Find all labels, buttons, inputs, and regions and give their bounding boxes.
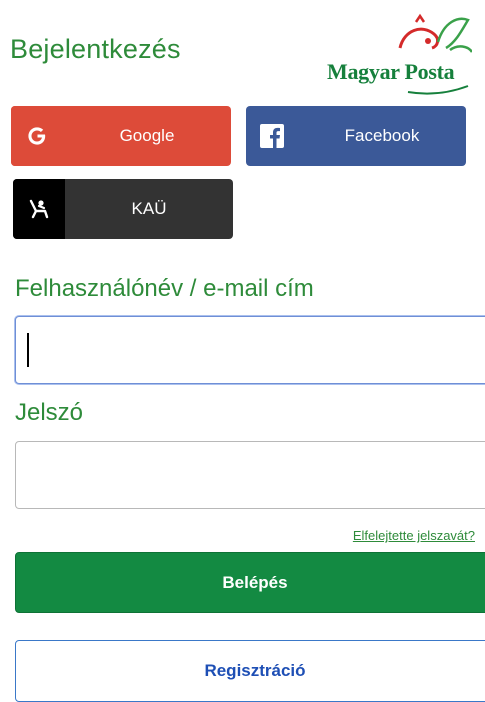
google-icon xyxy=(11,106,63,166)
username-label: Felhasználónév / e-mail cím xyxy=(15,275,314,302)
kau-login-button[interactable]: KAÜ xyxy=(13,179,233,239)
magyar-posta-logo: Magyar Posta xyxy=(322,8,472,98)
kau-icon xyxy=(13,179,65,239)
login-button[interactable]: Belépés xyxy=(15,552,485,613)
logo-text: Magyar Posta xyxy=(327,59,455,84)
forgot-password-link[interactable]: Elfelejtette jelszavát? xyxy=(353,528,475,543)
page-title: Bejelentkezés xyxy=(10,34,181,64)
password-label: Jelszó xyxy=(15,399,84,426)
password-input[interactable] xyxy=(15,441,485,509)
google-login-button[interactable]: Google xyxy=(11,106,231,166)
text-caret xyxy=(27,333,29,367)
kau-label: KAÜ xyxy=(131,199,167,218)
logo-swoosh xyxy=(407,85,469,95)
username-input[interactable] xyxy=(15,316,485,384)
facebook-icon xyxy=(246,106,298,166)
facebook-login-button[interactable]: Facebook xyxy=(246,106,466,166)
google-label: Google xyxy=(119,126,175,145)
facebook-label: Facebook xyxy=(344,126,420,145)
register-button[interactable]: Regisztráció xyxy=(15,640,485,702)
